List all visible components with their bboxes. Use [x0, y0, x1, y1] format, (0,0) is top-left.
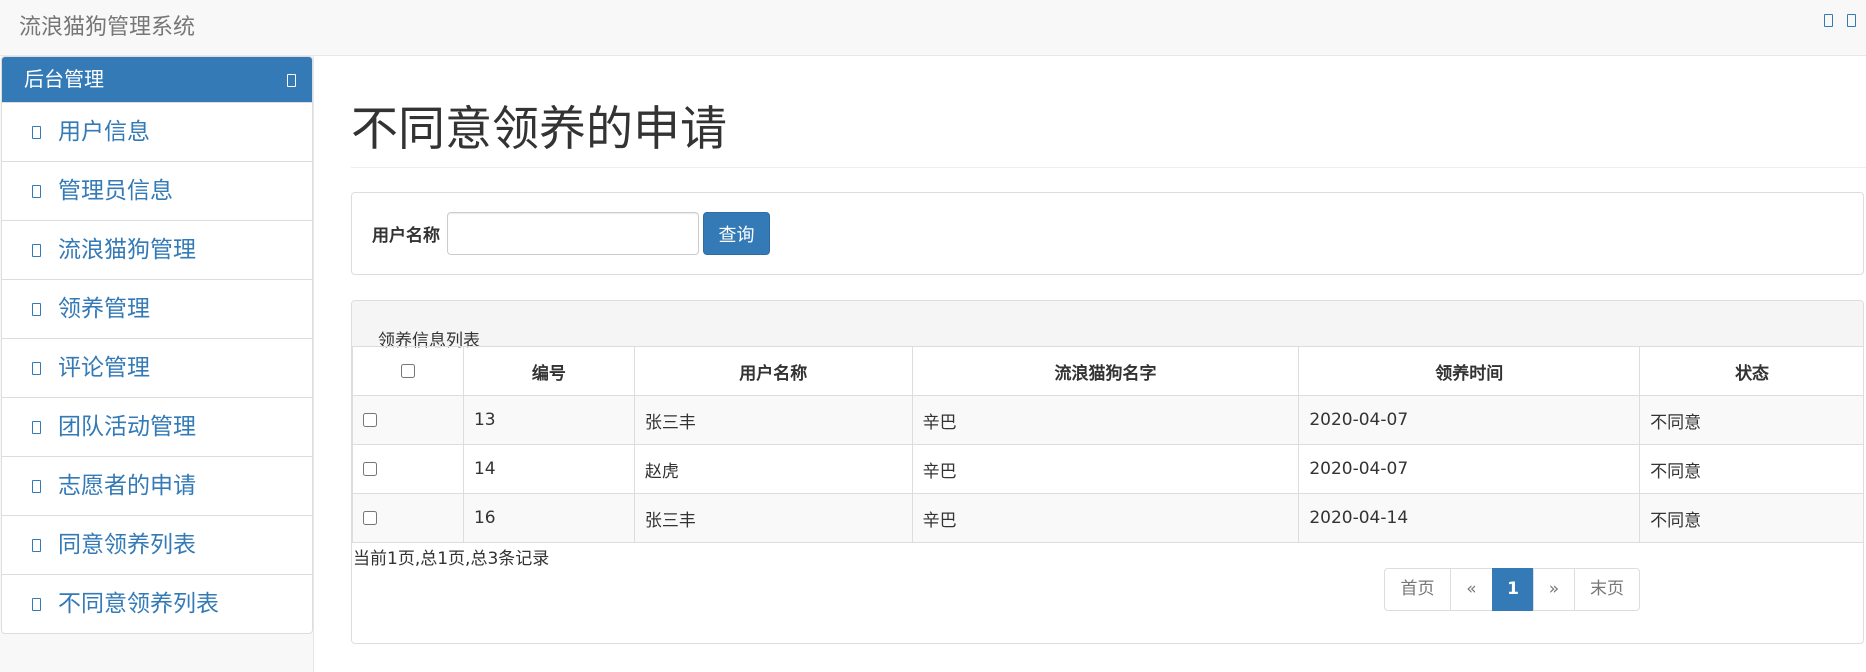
- sidebar-item-label: 流浪猫狗管理: [58, 237, 196, 263]
- sidebar-item-volunteer-applications[interactable]: 志愿者的申请: [2, 456, 312, 515]
- cell-time: 2020-04-14: [1298, 493, 1641, 543]
- cell-pet: 辛巴: [911, 444, 1300, 494]
- sidebar-item-approved-adoptions[interactable]: 同意领养列表: [2, 515, 312, 574]
- top-navbar: 流浪猫狗管理系统: [0, 0, 1866, 56]
- collapse-icon[interactable]: [287, 74, 296, 87]
- select-all-checkbox[interactable]: [400, 364, 415, 378]
- pagination: 首页 « 1 » 末页: [1384, 568, 1640, 611]
- sidebar-item-label: 志愿者的申请: [58, 473, 196, 499]
- window-icon[interactable]: [1847, 14, 1856, 27]
- sidebar-item-comment-management[interactable]: 评论管理: [2, 338, 312, 397]
- cell-pet: 辛巴: [911, 493, 1300, 543]
- menu-icon: [32, 244, 41, 257]
- list-heading: 领养信息列表: [352, 301, 1863, 351]
- cell-time: 2020-04-07: [1298, 444, 1641, 494]
- row-checkbox[interactable]: [363, 511, 377, 525]
- search-panel: 用户名称 查询: [351, 192, 1864, 275]
- table-header-row: 编号 用户名称 流浪猫狗名字 领养时间 状态: [352, 346, 1863, 396]
- username-search-input[interactable]: [447, 212, 699, 255]
- cell-id: 16: [462, 493, 635, 543]
- column-header[interactable]: 领养时间: [1298, 346, 1641, 396]
- sidebar-item-admin-info[interactable]: 管理员信息: [2, 161, 312, 220]
- menu-icon: [32, 185, 41, 198]
- cell-id: 13: [462, 395, 635, 445]
- sidebar-item-team-activity[interactable]: 团队活动管理: [2, 397, 312, 456]
- app-brand[interactable]: 流浪猫狗管理系统: [19, 9, 195, 41]
- menu-icon: [32, 362, 41, 375]
- cell-status: 不同意: [1639, 493, 1863, 543]
- pagination-next[interactable]: »: [1533, 568, 1575, 611]
- table-row: 16 张三丰 辛巴 2020-04-14 不同意: [352, 493, 1863, 543]
- sidebar-item-label: 团队活动管理: [58, 414, 196, 440]
- column-header[interactable]: 编号: [462, 346, 635, 396]
- menu-icon: [32, 598, 41, 611]
- cell-user: 张三丰: [633, 395, 913, 445]
- row-checkbox[interactable]: [363, 413, 377, 427]
- sidebar: 后台管理 用户信息 管理员信息 流浪猫狗管理 领养管理 评论管理 团队活动管理 …: [1, 56, 313, 634]
- sidebar-item-rejected-adoptions[interactable]: 不同意领养列表: [2, 574, 312, 633]
- menu-icon: [32, 126, 41, 139]
- menu-icon: [32, 539, 41, 552]
- sidebar-item-label: 不同意领养列表: [58, 591, 219, 617]
- row-checkbox[interactable]: [363, 462, 377, 476]
- pagination-prev[interactable]: «: [1450, 568, 1493, 611]
- sidebar-item-label: 管理员信息: [58, 178, 173, 204]
- search-label: 用户名称: [372, 226, 440, 246]
- sidebar-item-label: 领养管理: [58, 296, 150, 322]
- sidebar-header[interactable]: 后台管理: [2, 57, 312, 102]
- cell-status: 不同意: [1639, 395, 1863, 445]
- table-row: 14 赵虎 辛巴 2020-04-07 不同意: [352, 444, 1863, 494]
- sidebar-item-label: 同意领养列表: [58, 532, 196, 558]
- table-row: 13 张三丰 辛巴 2020-04-07 不同意: [352, 395, 1863, 445]
- pagination-first[interactable]: 首页: [1384, 568, 1451, 611]
- navbar-icons: [1824, 14, 1856, 27]
- menu-icon: [32, 303, 41, 316]
- page-title: 不同意领养的申请: [351, 100, 1866, 168]
- search-button[interactable]: 查询: [703, 212, 770, 255]
- adoption-list-panel: 领养信息列表 编号 用户名称 流浪猫狗名字 领养时间 状态 13 张三丰 辛巴 …: [351, 300, 1864, 644]
- sidebar-item-label: 评论管理: [58, 355, 150, 381]
- sidebar-header-label: 后台管理: [24, 67, 104, 91]
- select-all-cell: [352, 346, 464, 396]
- sidebar-item-pet-management[interactable]: 流浪猫狗管理: [2, 220, 312, 279]
- pagination-last[interactable]: 末页: [1574, 568, 1640, 611]
- adoption-table: 编号 用户名称 流浪猫狗名字 领养时间 状态 13 张三丰 辛巴 2020-04…: [352, 346, 1863, 543]
- row-select-cell: [352, 493, 464, 543]
- cell-user: 赵虎: [633, 444, 913, 494]
- records-summary: 当前1页,总1页,总3条记录: [353, 549, 550, 569]
- cell-time: 2020-04-07: [1298, 395, 1641, 445]
- pagination-current-page[interactable]: 1: [1492, 568, 1534, 611]
- column-header[interactable]: 流浪猫狗名字: [911, 346, 1300, 396]
- cell-pet: 辛巴: [911, 395, 1300, 445]
- row-select-cell: [352, 395, 464, 445]
- sidebar-item-adoption-management[interactable]: 领养管理: [2, 279, 312, 338]
- row-select-cell: [352, 444, 464, 494]
- cell-user: 张三丰: [633, 493, 913, 543]
- window-icon[interactable]: [1824, 14, 1833, 27]
- menu-icon: [32, 480, 41, 493]
- cell-id: 14: [462, 444, 635, 494]
- sidebar-item-user-info[interactable]: 用户信息: [2, 102, 312, 161]
- column-header[interactable]: 用户名称: [633, 346, 913, 396]
- column-header[interactable]: 状态: [1639, 346, 1863, 396]
- menu-icon: [32, 421, 41, 434]
- cell-status: 不同意: [1639, 444, 1863, 494]
- sidebar-item-label: 用户信息: [58, 119, 150, 145]
